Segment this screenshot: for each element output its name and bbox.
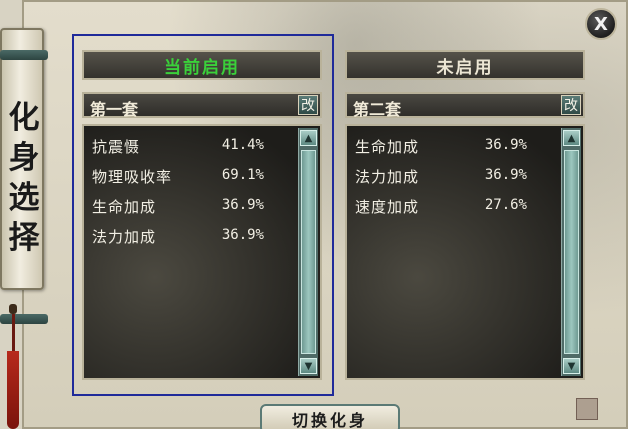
inactive-panel-header: 未启用 bbox=[345, 50, 585, 80]
stat-row: 物理吸收率 69.1% bbox=[92, 166, 292, 188]
close-icon: X bbox=[594, 13, 608, 35]
banner-title: 化 身 选 择 bbox=[4, 98, 44, 258]
triangle-down-icon: ▼ bbox=[304, 360, 313, 372]
scroll-thumb[interactable] bbox=[564, 150, 579, 354]
edit-set-1-button[interactable]: 改 bbox=[298, 95, 318, 115]
scroll-down-button[interactable]: ▼ bbox=[300, 358, 317, 374]
stat-value: 69.1% bbox=[221, 167, 264, 183]
seal-stamp bbox=[576, 398, 598, 420]
stat-row: 法力加成 36.9% bbox=[92, 226, 292, 248]
stat-label: 速度加成 bbox=[355, 198, 420, 216]
edit-label: 改 bbox=[301, 98, 315, 114]
stat-row: 速度加成 27.6% bbox=[355, 196, 555, 218]
title-banner: 化 身 选 择 bbox=[0, 28, 48, 324]
scroll-up-button[interactable]: ▲ bbox=[300, 130, 317, 146]
banner-char-1: 化 bbox=[8, 100, 40, 136]
stat-row: 生命加成 36.9% bbox=[92, 196, 292, 218]
banner-char-2: 身 bbox=[8, 140, 40, 176]
stat-row: 抗震慑 41.4% bbox=[92, 136, 292, 158]
tassel-cord bbox=[12, 314, 15, 354]
scroll-down-button[interactable]: ▼ bbox=[563, 358, 580, 374]
banner-char-3: 选 bbox=[8, 180, 40, 216]
scrollbar-2[interactable]: ▲ ▼ bbox=[561, 128, 581, 376]
set-name-1: 第一套 bbox=[90, 100, 139, 119]
switch-avatar-label: 切换化身 bbox=[291, 411, 368, 429]
stat-row: 生命加成 36.9% bbox=[355, 136, 555, 158]
set-bar-1: 第一套 改 bbox=[82, 92, 322, 119]
inactive-panel-title: 未启用 bbox=[436, 57, 494, 78]
scrollbar-1[interactable]: ▲ ▼ bbox=[298, 128, 318, 376]
active-panel-title: 当前启用 bbox=[164, 57, 240, 78]
stat-row: 法力加成 36.9% bbox=[355, 166, 555, 188]
stat-value: 36.9% bbox=[221, 227, 264, 243]
stat-label: 法力加成 bbox=[92, 228, 157, 246]
stat-list-2: 生命加成 36.9% 法力加成 36.9% 速度加成 27.6% ▲ ▼ bbox=[345, 124, 585, 380]
stat-label: 生命加成 bbox=[92, 198, 157, 216]
stat-label: 法力加成 bbox=[355, 168, 420, 186]
scroll-up-button[interactable]: ▲ bbox=[563, 130, 580, 146]
stat-list-1: 抗震慑 41.4% 物理吸收率 69.1% 生命加成 36.9% 法力加成 36… bbox=[82, 124, 322, 380]
stat-value: 36.9% bbox=[484, 167, 527, 183]
tassel-bead bbox=[9, 304, 17, 314]
edit-label: 改 bbox=[564, 98, 578, 114]
stat-label: 物理吸收率 bbox=[92, 168, 173, 186]
tassel-decoration bbox=[6, 296, 20, 429]
close-button[interactable]: X bbox=[585, 8, 617, 40]
banner-char-4: 择 bbox=[8, 220, 40, 256]
active-panel-header: 当前启用 bbox=[82, 50, 322, 80]
stat-label: 抗震慑 bbox=[92, 138, 141, 156]
triangle-up-icon: ▲ bbox=[304, 132, 313, 144]
triangle-down-icon: ▼ bbox=[567, 360, 576, 372]
stat-value: 36.9% bbox=[484, 137, 527, 153]
stat-value: 41.4% bbox=[221, 137, 264, 153]
banner-cap-top bbox=[0, 50, 48, 60]
triangle-up-icon: ▲ bbox=[567, 132, 576, 144]
set-bar-2: 第二套 改 bbox=[345, 92, 585, 119]
set-name-2: 第二套 bbox=[353, 100, 402, 119]
switch-avatar-button[interactable]: 切换化身 bbox=[260, 404, 400, 429]
tassel-tail bbox=[7, 351, 19, 429]
edit-set-2-button[interactable]: 改 bbox=[561, 95, 581, 115]
stat-label: 生命加成 bbox=[355, 138, 420, 156]
stat-value: 27.6% bbox=[484, 197, 527, 213]
stat-value: 36.9% bbox=[221, 197, 264, 213]
scroll-thumb[interactable] bbox=[301, 150, 316, 354]
